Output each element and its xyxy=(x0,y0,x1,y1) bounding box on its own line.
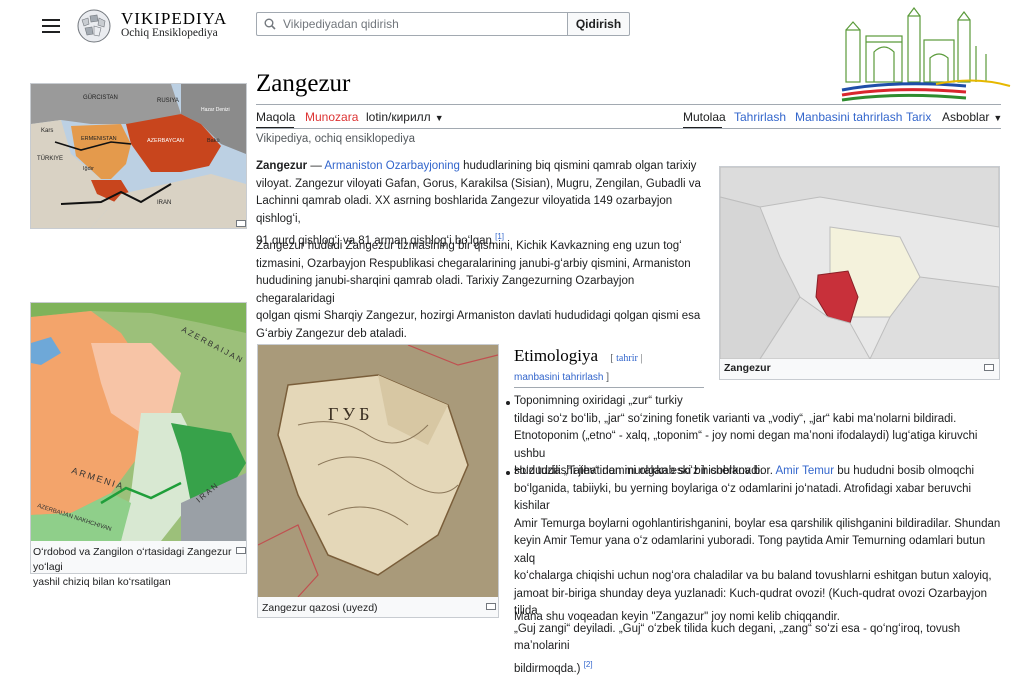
search-icon xyxy=(264,18,276,30)
text-line: koʻchalarga chiqishi uchun nogʻora chala… xyxy=(514,570,992,582)
section-edit-source-wrapper: manbasini tahrirlash ] xyxy=(514,372,610,383)
map-label: Hazar Denizi xyxy=(201,107,230,113)
text-line: Amir Temurga boylarni ogohlantirishganin… xyxy=(514,517,1001,530)
enlarge-icon[interactable] xyxy=(236,547,246,554)
enlarge-icon[interactable] xyxy=(984,364,994,371)
map-label: Bakü xyxy=(207,138,220,144)
site-subtitle: Vikipediya, ochiq ensiklopediya xyxy=(256,133,415,145)
tab-read[interactable]: Mutolaa xyxy=(683,110,726,124)
chevron-down-icon: ▼ xyxy=(434,113,444,123)
map-label: Kars xyxy=(41,128,53,134)
bullet xyxy=(506,471,510,475)
tab-history[interactable]: Tarix xyxy=(906,110,931,124)
search-input[interactable] xyxy=(283,13,563,35)
text-line: Lachinni qamrab oladi. XX asrning boshla… xyxy=(256,195,673,225)
reference-2[interactable]: [2] xyxy=(584,660,593,669)
paragraph-2: Zangezur hududi Zangezur tizmasining bir… xyxy=(256,238,706,343)
map-label: IRAN xyxy=(157,200,171,206)
article-subject: Zangezur xyxy=(256,160,308,172)
etymology-bullet-2: Hududda „Tatev“ nomini olgan eski bir ch… xyxy=(514,463,1004,678)
menu-line xyxy=(42,31,60,33)
etymology-closing: Mana shu voqeadan keyin "Zangazur" joy n… xyxy=(514,611,840,623)
text-line-part: bildirmoqda.) xyxy=(514,662,581,675)
section-heading-etymology: Etimologiya [ tahrir | xyxy=(514,346,642,366)
tools-label: Asboblar xyxy=(942,110,990,124)
enlarge-icon[interactable] xyxy=(236,220,246,227)
zangezur-corridor-map-thumbnail[interactable]: AZERBAIJAN ARMENIA AZERBAIJAN NAKHCHIVAN… xyxy=(30,302,247,588)
text-line: hududining janubi-sharqini qamrab oladi.… xyxy=(256,275,635,305)
tab-article[interactable]: Maqola xyxy=(256,110,295,124)
tab-edit[interactable]: Tahrirlash xyxy=(734,110,786,124)
section-edit-link[interactable]: tahrir xyxy=(616,353,638,364)
zangezur-banner-image xyxy=(836,6,1014,108)
bullet xyxy=(506,401,510,405)
chevron-down-icon: ▼ xyxy=(993,113,1003,123)
section-divider xyxy=(514,387,704,388)
page-title: Zangezur xyxy=(256,70,351,97)
menu-line xyxy=(42,25,60,27)
title-divider xyxy=(256,104,1001,105)
map-label: RUSIYA xyxy=(157,98,179,104)
text-line: viloyat. Zangezur viloyati Gafan, Gorus,… xyxy=(256,177,701,190)
text-line-part: hududlarining biq qismini qamrab olgan t… xyxy=(463,160,697,172)
text-line: Zangezur hududi Zangezur tizmasining bir… xyxy=(256,240,682,252)
link-armenia-azerbaijan[interactable]: Armaniston Ozarbayjoning xyxy=(324,160,460,172)
menu-line xyxy=(42,19,60,21)
figure-caption: Oʻrdobod va Zangilon oʻrtasidagi Zangezu… xyxy=(33,545,238,590)
text-line: Etnotoponim („etno“ - xalq, „toponim“ - … xyxy=(514,430,978,460)
text-line: bildirmoqda.) [2] xyxy=(514,656,1004,678)
zangezur-uyezd-map-thumbnail[interactable]: ГУБ Zangezur qazosi (uyezd) xyxy=(257,344,499,618)
tab-edit-source[interactable]: Manbasini tahrirlash xyxy=(795,110,902,124)
tools-dropdown[interactable]: Asboblar ▼ xyxy=(942,110,1002,124)
text-line-part: Hududda „Tatev“ nomini olgan eski bir ch… xyxy=(514,465,773,477)
figure-caption: Zangezur xyxy=(724,362,771,374)
wikipedia-globe-icon[interactable] xyxy=(76,8,112,44)
zangezur-location-map-thumbnail[interactable]: Zangezur xyxy=(719,166,1000,380)
section-title: Etimologiya xyxy=(514,346,599,365)
link-amir-temur[interactable]: Amir Temur xyxy=(775,465,834,477)
map-label: Iğdır xyxy=(83,166,94,172)
script-variant-label: lotin/кирилл xyxy=(366,110,431,124)
text-line: Hududda „Tatev“ nomini olgan eski bir ch… xyxy=(514,463,1004,481)
text-line: tizmasini, Ozarbayjon Respublikasi chega… xyxy=(256,257,691,270)
caption-line: Oʻrdobod va Zangilon oʻrtasidagi Zangezu… xyxy=(33,546,232,573)
text-line: tildagi soʻz boʻlib, „jar“ soʻzining fon… xyxy=(514,412,957,425)
enlarge-icon[interactable] xyxy=(486,603,496,610)
text-line: qolgan qismi Sharqiy Zangezur, hozirgi A… xyxy=(256,310,701,322)
map-label: TÜRKIYE xyxy=(37,155,63,162)
tabs-divider xyxy=(256,128,1001,129)
site-tagline: Ochiq Ensiklopediya xyxy=(121,27,218,39)
text-line: Toponimning oxiridagi „zur“ turkiy xyxy=(514,395,683,407)
search-button[interactable]: Qidirish xyxy=(568,12,630,36)
map-region-thumbnail[interactable]: GÜRCISTAN RUSIYA Hazar Denizi Kars TÜRKI… xyxy=(30,83,247,229)
tab-talk[interactable]: Munozara xyxy=(305,110,358,124)
text-line: boʻlganida, tabiiyki, bu yerning boylari… xyxy=(514,482,972,513)
dash: — xyxy=(307,160,325,172)
map-label: GÜRCISTAN xyxy=(83,94,118,101)
script-variant-dropdown[interactable]: lotin/кирилл ▼ xyxy=(366,110,444,124)
site-wordmark[interactable]: VIKIPEDIYA xyxy=(121,9,227,29)
map-label: ERMENISTAN xyxy=(81,136,117,142)
map-label: AZERBAYCAN xyxy=(147,138,184,144)
text-line: Zangezur — Armaniston Ozarbayjoning hudu… xyxy=(256,158,706,176)
edit-bracket: [ tahrir | xyxy=(610,353,643,364)
lead-paragraph: Zangezur — Armaniston Ozarbayjoning hudu… xyxy=(256,158,706,250)
main-menu-button[interactable] xyxy=(42,16,60,33)
section-edit-source-link[interactable]: manbasini tahrirlash xyxy=(514,372,604,383)
caption-line: yashil chiziq bilan koʻrsatilgan xyxy=(33,576,171,588)
map-label: ГУБ xyxy=(328,404,374,424)
text-line: keyin Amir Temur yana oʻz odamlarini yub… xyxy=(514,535,986,565)
text-line: Gʻarbiy Zangezur deb ataladi. xyxy=(256,327,407,340)
search-box[interactable] xyxy=(256,12,568,36)
text-line-part: bu hududni bosib olmoqchi xyxy=(837,465,975,477)
figure-caption: Zangezur qazosi (uyezd) xyxy=(262,602,378,614)
